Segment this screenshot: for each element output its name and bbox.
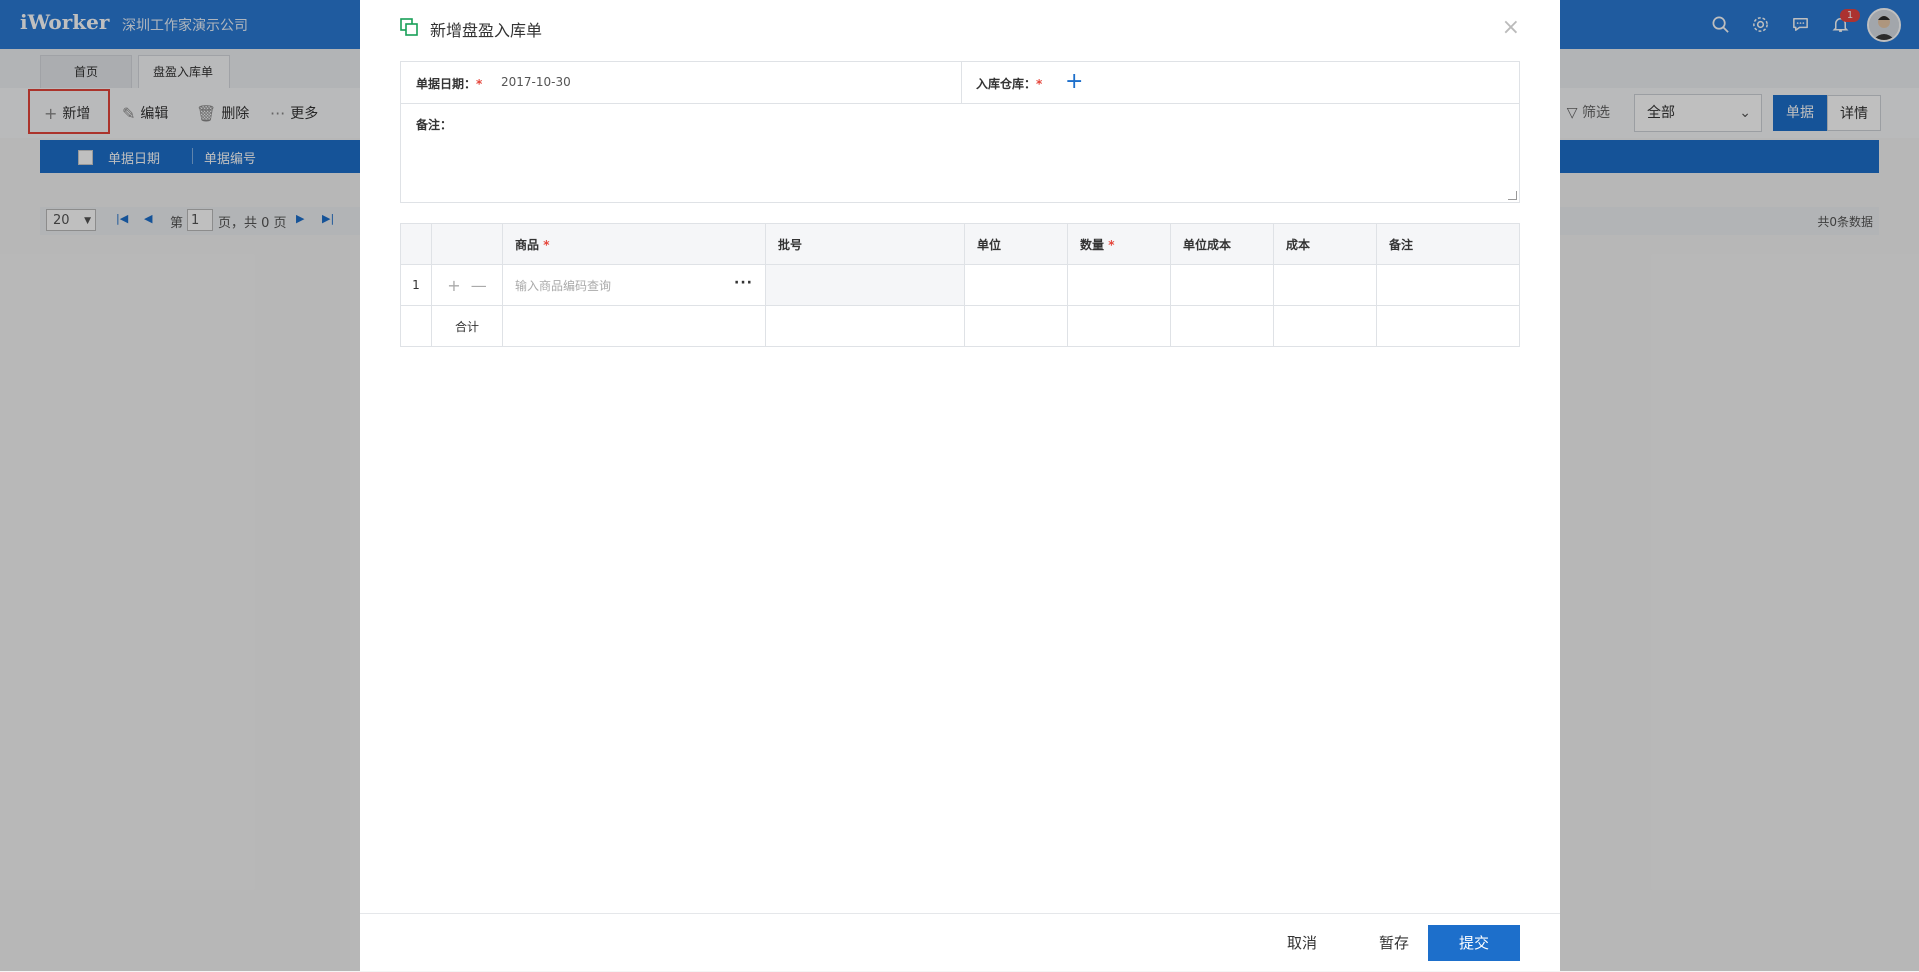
header-product-label: 商品	[515, 237, 540, 252]
required-mark: *	[1108, 237, 1115, 252]
header-cost: 成本	[1273, 223, 1377, 265]
remark-cell[interactable]	[1376, 264, 1520, 306]
table-header-row: 商品 * 批号 单位 数量 * 单位成本 成本 备注	[400, 223, 1520, 265]
warehouse-label: 入库仓库：*	[976, 75, 1042, 92]
quantity-cell[interactable]	[1067, 264, 1171, 306]
date-label-text: 单据日期：	[416, 77, 477, 91]
total-quantity-cell	[1067, 305, 1171, 347]
product-placeholder: 输入商品编码查询	[515, 278, 612, 293]
remove-row-icon[interactable]: —	[471, 276, 487, 295]
close-icon[interactable]: ×	[1502, 15, 1520, 40]
total-label: 合计	[431, 305, 503, 347]
header-ops	[431, 223, 503, 265]
note-field[interactable]: 备注：	[401, 103, 1519, 202]
save-draft-button[interactable]: 暂存	[1364, 925, 1424, 961]
resize-handle-icon[interactable]	[1508, 191, 1517, 200]
form-row-main: 单据日期：* 2017-10-30 入库仓库：* +	[401, 62, 1519, 104]
add-row-icon[interactable]: +	[447, 276, 460, 295]
copy-icon	[400, 18, 418, 40]
header-index	[400, 223, 432, 265]
total-index-cell	[400, 305, 432, 347]
submit-button[interactable]: 提交	[1428, 925, 1520, 961]
unit-cost-cell[interactable]	[1170, 264, 1274, 306]
items-table: 商品 * 批号 单位 数量 * 单位成本 成本 备注 1 + — 输入商品编码查…	[400, 223, 1520, 347]
note-label: 备注：	[416, 118, 453, 132]
required-mark: *	[476, 77, 483, 91]
unit-cell[interactable]	[964, 264, 1068, 306]
warehouse-label-text: 入库仓库：	[976, 77, 1037, 91]
header-unit-cost: 单位成本	[1170, 223, 1274, 265]
dialog-header: 新增盘盈入库单	[400, 17, 542, 41]
total-remark-cell	[1376, 305, 1520, 347]
add-warehouse-icon[interactable]: +	[1065, 69, 1083, 94]
date-field[interactable]: 2017-10-30	[501, 75, 571, 89]
total-row: 合计	[400, 305, 1520, 347]
product-input[interactable]: 输入商品编码查询 ···	[502, 264, 766, 306]
header-product: 商品 *	[502, 223, 766, 265]
required-mark: *	[543, 237, 550, 252]
header-form: 单据日期：* 2017-10-30 入库仓库：* + 备注：	[400, 61, 1520, 203]
new-inventory-surplus-dialog: 新增盘盈入库单 × 单据日期：* 2017-10-30 入库仓库：* + 备注：…	[360, 0, 1560, 971]
header-unit: 单位	[964, 223, 1068, 265]
table-row: 1 + — 输入商品编码查询 ···	[400, 264, 1520, 306]
header-batch: 批号	[765, 223, 965, 265]
required-mark: *	[1036, 77, 1043, 91]
row-ops: + —	[431, 264, 503, 306]
total-product-cell	[502, 305, 766, 347]
dialog-footer: 取消 暂存 提交	[360, 913, 1560, 972]
total-cost-cell	[1273, 305, 1377, 347]
batch-cell	[765, 264, 965, 306]
date-label: 单据日期：*	[416, 75, 482, 92]
cost-cell[interactable]	[1273, 264, 1377, 306]
cancel-button[interactable]: 取消	[1272, 925, 1332, 961]
total-unit-cell	[964, 305, 1068, 347]
header-quantity: 数量 *	[1067, 223, 1171, 265]
total-batch-cell	[765, 305, 965, 347]
row-number: 1	[400, 264, 432, 306]
total-unit-cost-cell	[1170, 305, 1274, 347]
header-remark: 备注	[1376, 223, 1520, 265]
form-divider	[961, 62, 962, 103]
dialog-title: 新增盘盈入库单	[430, 21, 543, 40]
header-quantity-label: 数量	[1080, 237, 1105, 252]
ellipsis-icon[interactable]: ···	[734, 275, 753, 291]
